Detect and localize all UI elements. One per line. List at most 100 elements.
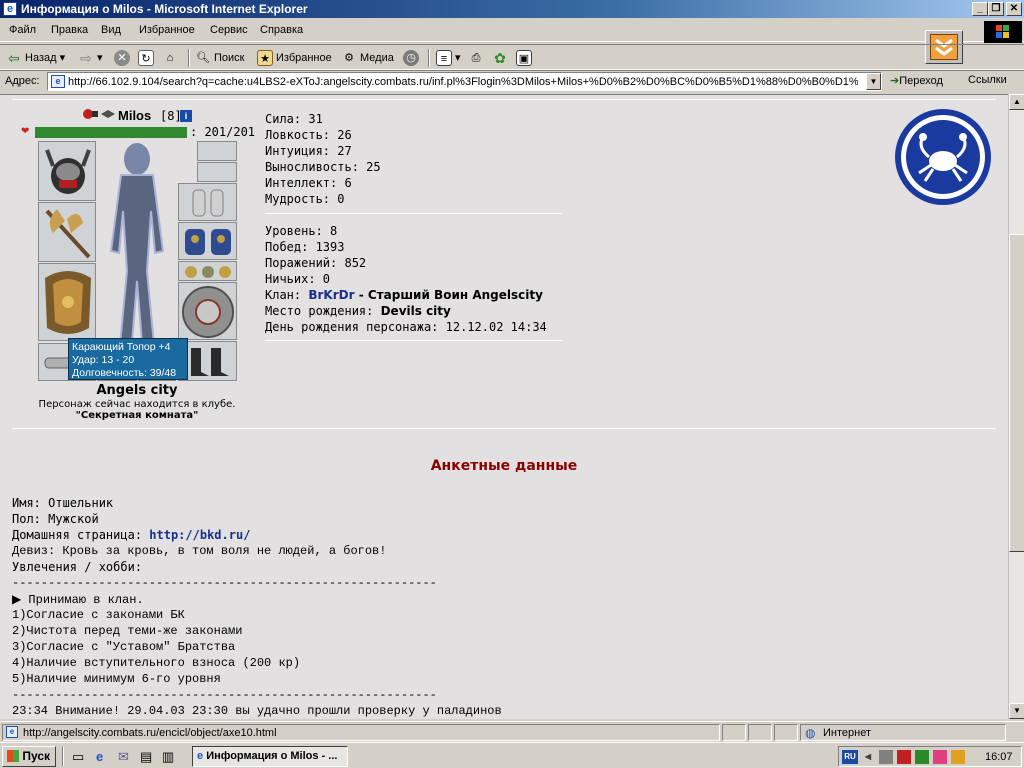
status-bar: e http://angelscity.combats.ru/encicl/ob…	[0, 721, 1024, 741]
address-label: Адрес:	[5, 75, 40, 87]
menu-tools[interactable]: Сервис	[210, 24, 248, 36]
tray-app-icon[interactable]	[897, 750, 911, 764]
volume-icon[interactable]: ◀	[861, 750, 875, 764]
profile-name: Имя: Отшельник	[12, 496, 114, 510]
mail-button[interactable]: ≡ ▾	[436, 49, 461, 67]
taskbar: Пуск ▭ e ✉ ▤ ▥ e Информация о Milos - ..…	[0, 742, 1024, 768]
outlook-quicklaunch-icon[interactable]: ✉	[118, 749, 129, 765]
links-button[interactable]: Ссылки	[968, 74, 1007, 86]
hobby-line: ▶ Принимаю в клан.	[12, 593, 144, 607]
earring-slot[interactable]	[197, 141, 237, 161]
stat-intellect: Интеллект: 6	[265, 176, 352, 190]
back-button[interactable]: ⇦ Назад ▾	[6, 49, 65, 67]
profile-gender: Пол: Мужской	[12, 512, 99, 526]
messenger-icon: ✿	[494, 50, 506, 67]
class-icon	[100, 109, 116, 119]
desktop-quicklaunch-icon[interactable]: ▭	[72, 749, 84, 765]
info-icon[interactable]: i	[180, 110, 192, 122]
info-level: Уровень: 8	[265, 224, 338, 238]
media-quicklaunch-icon[interactable]: ▥	[162, 749, 174, 765]
status-url: http://angelscity.combats.ru/encicl/obje…	[23, 727, 277, 739]
ie-icon: e	[3, 2, 17, 16]
menu-view[interactable]: Вид	[101, 24, 121, 36]
tooltip-item-name: Карающий Топор +4	[72, 341, 171, 353]
vertical-scrollbar[interactable]: ▲ ▼	[1008, 94, 1024, 719]
close-button[interactable]: ✕	[1006, 2, 1022, 16]
character-name: Milos	[118, 108, 152, 123]
profile-heading: Анкетные данные	[430, 458, 578, 474]
stat-intuition: Интуиция: 27	[265, 144, 352, 158]
stat-strength: Сила: 31	[265, 112, 323, 126]
history-icon: ◷	[403, 50, 419, 67]
address-url[interactable]: http://66.102.9.104/search?q=cache:u4LBS…	[68, 76, 858, 88]
menu-favorites[interactable]: Избранное	[139, 24, 195, 36]
scroll-up-button[interactable]: ▲	[1009, 94, 1024, 110]
start-button[interactable]: Пуск	[2, 746, 56, 767]
stat-agility: Ловкость: 26	[265, 128, 352, 142]
page-icon: e	[6, 726, 18, 738]
refresh-button[interactable]: ↻	[138, 49, 157, 67]
media-button[interactable]: ⚙ Медиа	[341, 49, 394, 67]
clan-emblem-icon	[82, 107, 98, 121]
address-dropdown-button[interactable]: ▼	[866, 73, 881, 90]
edit-button[interactable]: ▣	[516, 49, 535, 67]
weapon-slot[interactable]	[38, 202, 96, 262]
minimize-button[interactable]: _	[972, 2, 988, 16]
item-tooltip: Карающий Топор +4 Удар: 13 - 20 Долговеч…	[68, 338, 188, 380]
status-url-panel: e http://angelscity.combats.ru/encicl/ob…	[2, 724, 720, 741]
language-indicator[interactable]: RU	[842, 750, 858, 764]
go-button[interactable]: ➔Переход	[890, 74, 943, 87]
news-line: 23:34 Внимание! 29.04.03 23:30 вы удачно…	[12, 704, 502, 718]
forward-button[interactable]: ⇨ ▾	[78, 49, 102, 67]
bracer-slot[interactable]	[178, 183, 237, 221]
menu-edit[interactable]: Правка	[51, 24, 88, 36]
clan-logo[interactable]	[893, 107, 993, 207]
armor-slot[interactable]	[38, 263, 96, 341]
heart-icon: ❤	[21, 126, 30, 137]
homepage-link[interactable]: http://bkd.ru/	[149, 528, 250, 542]
taskbar-item-ie[interactable]: e Информация о Milos - ...	[192, 746, 348, 767]
hobby-line: 5)Наличие минимум 6-го уровня	[12, 672, 221, 686]
ie-icon: e	[197, 750, 204, 762]
system-tray: RU ◀ 16:07	[838, 746, 1022, 767]
shield-slot[interactable]	[178, 282, 237, 340]
menu-file[interactable]: Файл	[9, 24, 36, 36]
info-wins: Побед: 1393	[265, 240, 345, 254]
scroll-down-button[interactable]: ▼	[1009, 703, 1024, 719]
address-input[interactable]: e http://66.102.9.104/search?q=cache:u4L…	[47, 72, 882, 91]
tray-app-icon[interactable]	[951, 750, 965, 764]
maximize-button[interactable]: ❐	[988, 2, 1004, 16]
window-title: Информация о Milos - Microsoft Internet …	[21, 2, 308, 16]
info-losses: Поражений: 852	[265, 256, 367, 270]
gloves-slot[interactable]	[178, 222, 237, 260]
helmet-slot[interactable]	[38, 141, 96, 201]
explorer-quicklaunch-icon[interactable]: ▤	[140, 749, 152, 765]
tray-app-icon[interactable]	[879, 750, 893, 764]
globe-icon: ◍	[805, 726, 816, 740]
tray-app-icon[interactable]	[915, 750, 929, 764]
toolbar: ⇦ Назад ▾ ⇨ ▾ ✕ ↻ ⌂ 🔍︎ Поиск ★ Избранное ⚙ Ме…	[0, 44, 1024, 70]
print-icon: ⎙	[471, 52, 481, 65]
messenger-button[interactable]: ✿	[492, 49, 511, 67]
favorites-button[interactable]: ★ Избранное	[257, 49, 332, 67]
hobby-line: 1)Согласие с законами БК	[12, 608, 185, 622]
stat-wisdom: Мудрость: 0	[265, 192, 345, 206]
stop-icon: ✕	[114, 50, 130, 67]
stop-button[interactable]: ✕	[114, 49, 133, 67]
go-arrow-icon: ➔	[890, 75, 900, 87]
tray-app-icon[interactable]	[933, 750, 947, 764]
search-button[interactable]: 🔍︎ Поиск	[195, 49, 244, 67]
home-button[interactable]: ⌂	[162, 49, 181, 67]
character-avatar	[97, 141, 177, 361]
history-button[interactable]: ◷	[403, 49, 422, 67]
clan-link[interactable]: BrKrDr	[308, 288, 354, 302]
menu-help[interactable]: Справка	[260, 24, 303, 36]
clock: 16:07	[985, 751, 1013, 763]
necklace-slot[interactable]	[197, 162, 237, 182]
scroll-thumb[interactable]	[1009, 234, 1024, 552]
ie-quicklaunch-icon[interactable]: e	[96, 749, 103, 764]
mail-icon: ≡	[436, 50, 452, 67]
back-arrow-icon: ⇦	[8, 50, 20, 67]
print-button[interactable]: ⎙	[468, 49, 487, 67]
rings-slot[interactable]	[178, 261, 237, 281]
